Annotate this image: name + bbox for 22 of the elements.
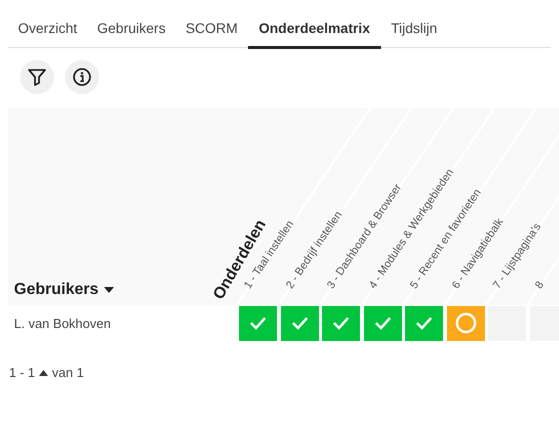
check-icon [249,316,267,330]
column-header: 8 [532,279,546,291]
user-name: L. van Bokhoven [13,316,112,330]
sort-header[interactable]: Gebruikers [14,281,114,299]
tab[interactable]: Onderdeelmatrix [248,0,381,49]
tab[interactable]: Gebruikers [87,0,176,49]
tab[interactable]: SCORM [176,0,248,49]
caret-icon [104,287,114,293]
info-icon [72,67,92,87]
tab[interactable]: Overzicht [8,0,88,49]
tab[interactable]: Tijdslijn [380,0,448,49]
info-button[interactable] [65,60,99,94]
check-icon [374,316,392,330]
page-range: 1 - 1 [9,365,36,380]
check-icon [415,316,433,330]
check-icon [290,316,308,330]
check-icon [332,316,350,330]
filter-icon [27,67,47,87]
filter-button[interactable] [20,60,54,94]
circle-icon [454,312,476,334]
caret-icon[interactable] [39,370,48,376]
page-total: van 1 [52,365,84,380]
